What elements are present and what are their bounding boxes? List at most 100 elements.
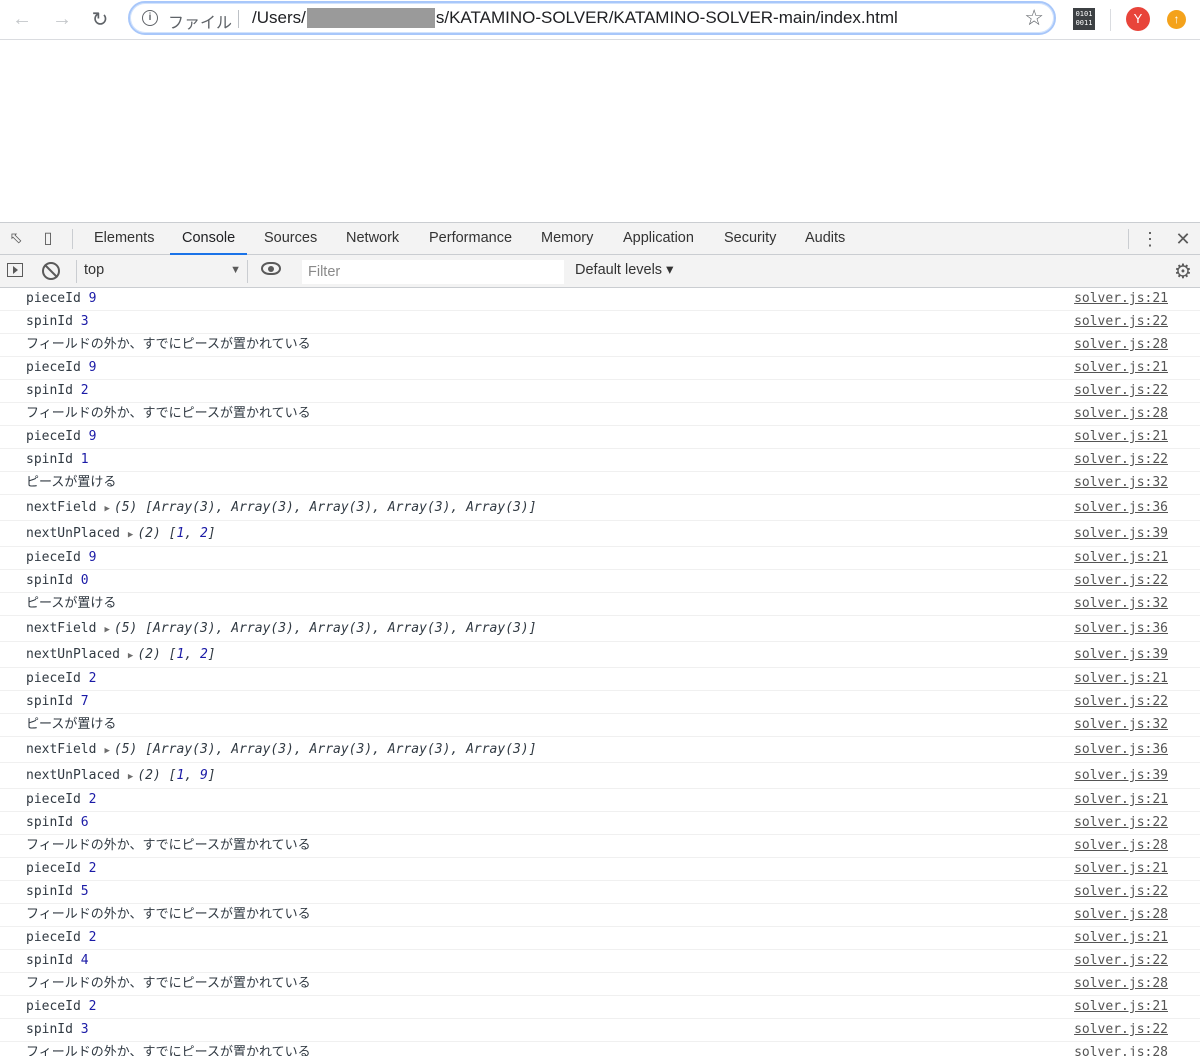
source-link[interactable]: solver.js:22 (1074, 1019, 1168, 1041)
message-label: pieceId (26, 671, 81, 686)
back-icon[interactable]: ← (8, 6, 36, 32)
divider (1110, 9, 1111, 31)
source-link[interactable]: solver.js:28 (1074, 334, 1168, 356)
source-link[interactable]: solver.js:21 (1074, 858, 1168, 880)
console-message: pieceId 2 solver.js:21 (0, 858, 1200, 881)
reload-icon[interactable]: ↻ (86, 6, 114, 32)
source-link[interactable]: solver.js:36 (1074, 616, 1168, 641)
object-preview[interactable]: (2) [1, 2] (137, 647, 215, 662)
console-message: spinId 1 solver.js:22 (0, 449, 1200, 472)
expand-triangle-icon[interactable]: ▶ (128, 772, 133, 782)
tab-console[interactable]: Console (170, 223, 248, 255)
source-link[interactable]: solver.js:32 (1074, 593, 1168, 615)
source-link[interactable]: solver.js:21 (1074, 927, 1168, 949)
source-link[interactable]: solver.js:22 (1074, 881, 1168, 903)
source-link[interactable]: solver.js:28 (1074, 904, 1168, 926)
filter-input[interactable] (302, 260, 564, 284)
profile-avatar[interactable]: Y (1126, 7, 1150, 31)
live-expression-eye-icon[interactable] (261, 262, 281, 275)
tab-elements[interactable]: Elements (94, 223, 154, 255)
object-preview[interactable]: (2) [1, 9] (137, 768, 215, 783)
forward-icon[interactable]: → (48, 6, 76, 32)
array-item-value: 1 (176, 526, 185, 541)
close-icon[interactable]: ✕ (1173, 229, 1193, 249)
source-link[interactable]: solver.js:21 (1074, 789, 1168, 811)
source-link[interactable]: solver.js:36 (1074, 495, 1168, 520)
expand-triangle-icon[interactable]: ▶ (104, 504, 109, 514)
source-link[interactable]: solver.js:22 (1074, 449, 1168, 471)
tab-application[interactable]: Application (623, 223, 694, 255)
message-value: 7 (80, 694, 89, 709)
source-link[interactable]: solver.js:21 (1074, 547, 1168, 569)
info-icon[interactable]: i (142, 10, 158, 26)
device-toolbar-icon[interactable]: ▯ (38, 229, 58, 249)
expand-triangle-icon[interactable]: ▶ (104, 625, 109, 635)
console-messages: pieceId 9 solver.js:21 spinId 3 solver.js:2… (0, 288, 1200, 1056)
address-bar[interactable]: i ファイル /Users/ s/KATAMINO-SOLVER/KATAMIN… (128, 1, 1056, 35)
source-link[interactable]: solver.js:22 (1074, 691, 1168, 713)
source-link[interactable]: solver.js:22 (1074, 311, 1168, 333)
divider (1128, 229, 1129, 249)
source-link[interactable]: solver.js:28 (1074, 973, 1168, 995)
tab-memory[interactable]: Memory (541, 223, 593, 255)
source-link[interactable]: solver.js:39 (1074, 642, 1168, 667)
message-text: pieceId 9 (26, 547, 96, 569)
inspect-element-icon[interactable]: ⬁ (6, 229, 26, 249)
expand-triangle-icon[interactable]: ▶ (128, 651, 133, 661)
message-text: nextField ▶ (5) [Array(3), Array(3), Array… (26, 495, 537, 522)
source-link[interactable]: solver.js:21 (1074, 357, 1168, 379)
more-options-icon[interactable]: ⋮ (1140, 229, 1160, 249)
source-link[interactable]: solver.js:28 (1074, 403, 1168, 425)
console-message: pieceId 9 solver.js:21 (0, 426, 1200, 449)
source-link[interactable]: solver.js:36 (1074, 737, 1168, 762)
message-label: nextUnPlaced (26, 768, 120, 783)
source-link[interactable]: solver.js:28 (1074, 1042, 1168, 1056)
message-value: 5 (80, 884, 89, 899)
object-preview[interactable]: (5) [Array(3), Array(3), Array(3), Array… (114, 500, 537, 515)
tab-network[interactable]: Network (346, 223, 399, 255)
console-message: pieceId 9 solver.js:21 (0, 288, 1200, 311)
source-link[interactable]: solver.js:21 (1074, 996, 1168, 1018)
tab-audits[interactable]: Audits (805, 223, 845, 255)
console-message: pieceId 2 solver.js:21 (0, 789, 1200, 812)
update-arrow-icon[interactable]: ↑ (1167, 10, 1186, 29)
source-link[interactable]: solver.js:22 (1074, 950, 1168, 972)
source-link[interactable]: solver.js:39 (1074, 763, 1168, 788)
source-link[interactable]: solver.js:32 (1074, 472, 1168, 494)
object-preview[interactable]: (2) [1, 2] (137, 526, 215, 541)
bookmark-star-icon[interactable]: ☆ (1024, 5, 1044, 31)
log-levels-dropdown[interactable]: Default levels ▾ (575, 262, 673, 278)
console-message: pieceId 9 solver.js:21 (0, 547, 1200, 570)
tab-sources[interactable]: Sources (264, 223, 317, 255)
source-link[interactable]: solver.js:22 (1074, 812, 1168, 834)
source-link[interactable]: solver.js:28 (1074, 835, 1168, 857)
tab-performance[interactable]: Performance (429, 223, 512, 255)
source-link[interactable]: solver.js:21 (1074, 668, 1168, 690)
console-message: フィールドの外か、すでにピースが置かれている solver.js:28 (0, 835, 1200, 858)
object-preview[interactable]: (5) [Array(3), Array(3), Array(3), Array… (114, 742, 537, 757)
array-item-value: 1 (176, 768, 185, 783)
expand-triangle-icon[interactable]: ▶ (128, 530, 133, 540)
source-link[interactable]: solver.js:39 (1074, 521, 1168, 546)
expand-triangle-icon[interactable]: ▶ (104, 746, 109, 756)
object-preview[interactable]: (5) [Array(3), Array(3), Array(3), Array… (114, 621, 537, 636)
source-link[interactable]: solver.js:21 (1074, 426, 1168, 448)
console-message: spinId 4 solver.js:22 (0, 950, 1200, 973)
binary-extension-icon[interactable]: 0101 0011 (1073, 8, 1095, 30)
clear-console-icon[interactable] (42, 262, 60, 280)
url-text[interactable]: /Users/ s/KATAMINO-SOLVER/KATAMINO-SOLVE… (252, 8, 898, 28)
source-link[interactable]: solver.js:22 (1074, 380, 1168, 402)
message-text: nextField ▶ (5) [Array(3), Array(3), Array… (26, 616, 537, 643)
message-label: nextUnPlaced (26, 647, 120, 662)
message-label: pieceId (26, 550, 81, 565)
tab-security[interactable]: Security (724, 223, 776, 255)
gear-icon[interactable]: ⚙ (1174, 259, 1192, 284)
source-link[interactable]: solver.js:22 (1074, 570, 1168, 592)
message-text: spinId 3 (26, 311, 89, 333)
source-link[interactable]: solver.js:21 (1074, 288, 1168, 310)
source-link[interactable]: solver.js:32 (1074, 714, 1168, 736)
message-text: pieceId 2 (26, 668, 96, 690)
show-sidebar-icon[interactable] (7, 263, 23, 277)
context-selector[interactable]: top ▼ (76, 260, 248, 283)
console-message: フィールドの外か、すでにピースが置かれている solver.js:28 (0, 973, 1200, 996)
